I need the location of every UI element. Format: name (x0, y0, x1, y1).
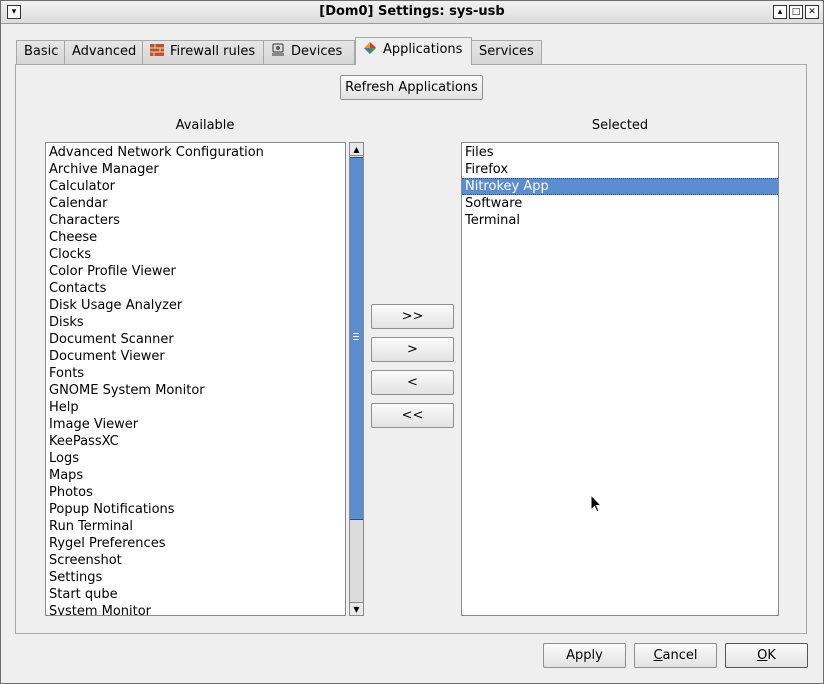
available-list-item[interactable]: Help (46, 399, 345, 416)
shade-icon[interactable]: ▴ (773, 5, 787, 19)
available-list-item[interactable]: Rygel Preferences (46, 535, 345, 552)
tab-firewall-rules[interactable]: Firewall rules (142, 40, 264, 64)
selected-list-item[interactable]: Nitrokey App (462, 178, 778, 195)
close-icon[interactable]: ✕ (805, 5, 819, 19)
available-list-item[interactable]: Photos (46, 484, 345, 501)
available-list-item[interactable]: Document Scanner (46, 331, 345, 348)
cancel-button[interactable]: Cancel (634, 643, 717, 668)
available-list-item[interactable]: Settings (46, 569, 345, 586)
available-list-item[interactable]: Contacts (46, 280, 345, 297)
available-list-item[interactable]: Maps (46, 467, 345, 484)
scroll-down-icon[interactable]: ▼ (350, 602, 363, 615)
available-scrollbar[interactable]: ▲ ▼ (349, 142, 364, 616)
remove-all-button[interactable]: << (371, 403, 454, 428)
available-list-item[interactable]: Fonts (46, 365, 345, 382)
firewall-icon (150, 43, 164, 57)
selected-list-item[interactable]: Software (462, 195, 778, 212)
ok-button[interactable]: OK (725, 643, 808, 668)
available-list-item[interactable]: Characters (46, 212, 345, 229)
selected-list-item[interactable]: Terminal (462, 212, 778, 229)
add-all-button[interactable]: >> (371, 304, 454, 329)
available-list-item[interactable]: Color Profile Viewer (46, 263, 345, 280)
available-list-item[interactable]: KeePassXC (46, 433, 345, 450)
refresh-applications-button[interactable]: Refresh Applications (340, 75, 483, 100)
available-list-item[interactable]: Logs (46, 450, 345, 467)
available-list-item[interactable]: Calendar (46, 195, 345, 212)
selected-list[interactable]: Files Firefox Nitrokey App Software Terminal (461, 142, 779, 616)
ok-label: K (767, 648, 776, 663)
selected-heading: Selected (591, 118, 649, 133)
tab-label: Services (479, 44, 534, 59)
tab-advanced[interactable]: Advanced (64, 40, 143, 64)
title-bar[interactable]: ▾ [Dom0] Settings: sys-usb ▴ □ ✕ (1, 1, 823, 24)
tab-applications[interactable]: Applications (355, 37, 472, 65)
available-list-item[interactable]: Document Viewer (46, 348, 345, 365)
remove-button[interactable]: < (371, 370, 454, 395)
available-list-item[interactable]: Cheese (46, 229, 345, 246)
applications-icon (363, 40, 377, 54)
selected-list-item[interactable]: Files (462, 144, 778, 161)
cancel-mnemonic: C (653, 648, 663, 663)
scroll-thumb[interactable] (350, 157, 363, 520)
available-list-item[interactable]: Start qube (46, 586, 345, 603)
available-list-item[interactable]: Disks (46, 314, 345, 331)
tab-label: Basic (24, 44, 59, 59)
tab-label: Applications (383, 42, 463, 57)
cancel-label: ancel (662, 648, 698, 663)
tab-devices[interactable]: Devices (263, 40, 355, 64)
available-list-item[interactable]: Image Viewer (46, 416, 345, 433)
maximize-icon[interactable]: □ (789, 5, 803, 19)
tab-basic[interactable]: Basic (16, 40, 65, 64)
available-heading: Available (175, 118, 235, 133)
available-list-item[interactable]: Run Terminal (46, 518, 345, 535)
available-list-item[interactable]: Disk Usage Analyzer (46, 297, 345, 314)
available-list-item[interactable]: System Monitor (46, 603, 345, 615)
selected-list-item[interactable]: Firefox (462, 161, 778, 178)
available-list-item[interactable]: Screenshot (46, 552, 345, 569)
ok-mnemonic: O (757, 648, 768, 663)
available-list-item[interactable]: Clocks (46, 246, 345, 263)
available-list-item[interactable]: Calculator (46, 178, 345, 195)
available-list-item[interactable]: Popup Notifications (46, 501, 345, 518)
tab-label: Devices (291, 44, 343, 59)
devices-icon (271, 43, 285, 57)
tab-services[interactable]: Services (471, 40, 542, 64)
scroll-up-icon[interactable]: ▲ (350, 143, 363, 156)
available-list[interactable]: Advanced Network Configuration Archive Ma… (45, 142, 346, 616)
add-button[interactable]: > (371, 337, 454, 362)
available-list-item[interactable]: GNOME System Monitor (46, 382, 345, 399)
tab-label: Firewall rules (170, 44, 256, 59)
apply-button[interactable]: Apply (543, 643, 626, 668)
tab-label: Advanced (72, 44, 137, 59)
available-list-item[interactable]: Advanced Network Configuration (46, 144, 345, 161)
grip-icon (353, 333, 359, 340)
window-title: [Dom0] Settings: sys-usb (319, 4, 505, 19)
available-list-item[interactable]: Archive Manager (46, 161, 345, 178)
